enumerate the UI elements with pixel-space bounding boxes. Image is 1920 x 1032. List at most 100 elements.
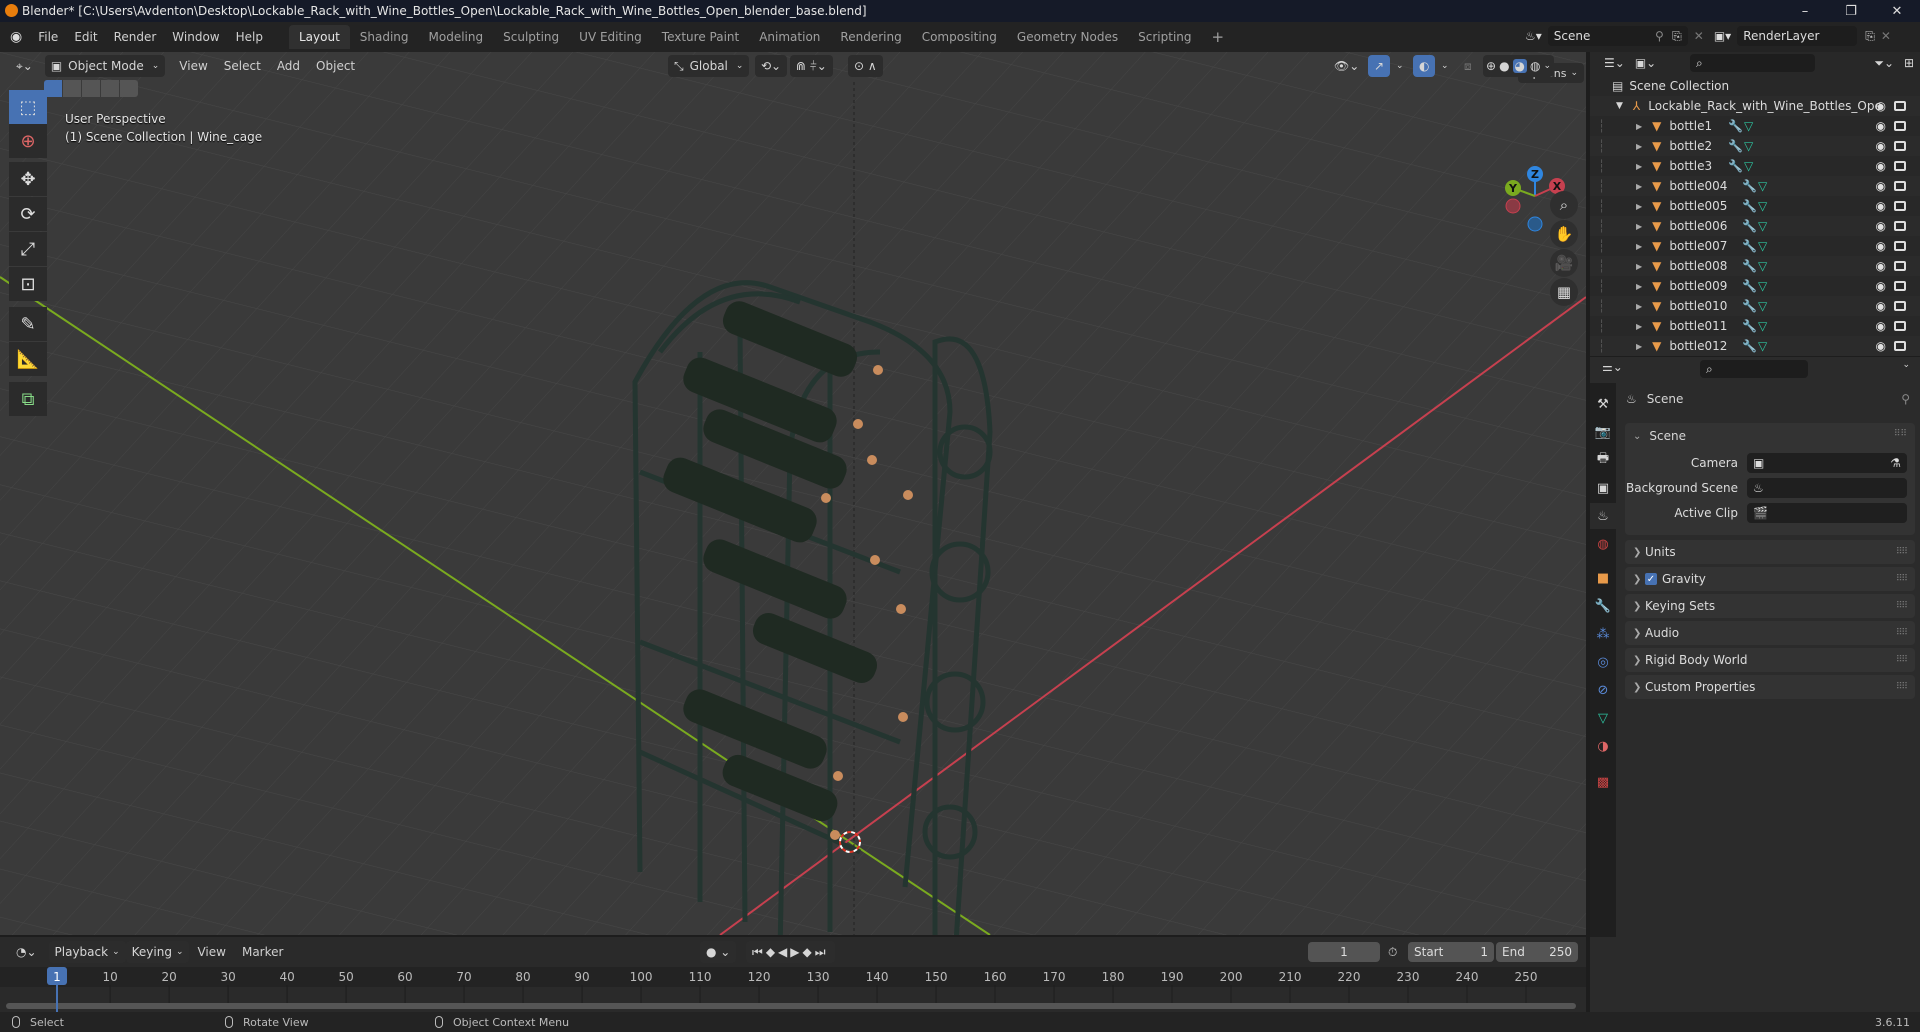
modifier-icon[interactable]: 🔧: [1742, 279, 1757, 293]
render-camera-icon[interactable]: [1894, 241, 1906, 251]
menu-file[interactable]: File: [30, 30, 66, 44]
tab-layout[interactable]: Layout: [288, 25, 350, 49]
background-scene-field[interactable]: ♨: [1747, 478, 1907, 498]
outliner-object-row[interactable]: ┆ ▶ ▼ bottle006 🔧 ▽ ◉: [1590, 216, 1920, 236]
camera-view-button[interactable]: 🎥: [1550, 249, 1578, 277]
menu-help[interactable]: Help: [228, 30, 271, 44]
expand-arrow-icon[interactable]: ▶: [1636, 342, 1642, 351]
display-mode-icon[interactable]: ▣⌄: [1635, 56, 1656, 70]
menu-window[interactable]: Window: [164, 30, 227, 44]
modifier-icon[interactable]: 🔧: [1742, 219, 1757, 233]
select-subtract-icon[interactable]: [82, 80, 100, 97]
wireframe-shading-icon[interactable]: ⊕: [1486, 59, 1496, 73]
new-collection-icon[interactable]: ⊞: [1904, 56, 1914, 70]
outliner-object-row[interactable]: ┆ ▶ ▼ bottle009 🔧 ▽ ◉: [1590, 276, 1920, 296]
view-layer-icon[interactable]: ▣▾: [1714, 29, 1731, 43]
render-camera-icon[interactable]: [1894, 101, 1906, 111]
render-camera-icon[interactable]: [1894, 141, 1906, 151]
outliner-search[interactable]: ⌕: [1690, 54, 1815, 72]
keying-menu[interactable]: Keying ⌄: [125, 941, 190, 963]
delete-scene-icon[interactable]: ✕: [1694, 29, 1704, 43]
editor-type-button[interactable]: ⌖⌄: [10, 55, 39, 77]
gizmo-toggle[interactable]: ↗: [1368, 55, 1391, 77]
menu-marker[interactable]: Marker: [234, 945, 291, 959]
render-camera-icon[interactable]: [1894, 301, 1906, 311]
eye-icon[interactable]: ◉: [1876, 319, 1886, 333]
panel-keying-sets[interactable]: ❯ Keying Sets ⠿⠿: [1625, 594, 1915, 618]
render-tab[interactable]: 📷: [1590, 419, 1616, 445]
drag-grip-icon[interactable]: ⠿⠿: [1896, 547, 1908, 557]
overlays-toggle[interactable]: ◐: [1413, 55, 1436, 77]
mesh-data-icon[interactable]: ▽: [1758, 239, 1767, 253]
view-layer-field[interactable]: RenderLayer: [1737, 26, 1858, 46]
eye-icon[interactable]: ◉: [1876, 199, 1886, 213]
pivot-point-dropdown[interactable]: ⟲⌄: [755, 55, 788, 77]
annotate-tool[interactable]: ✎: [9, 307, 47, 341]
filter-icon[interactable]: ⏷⌄: [1874, 56, 1894, 71]
start-frame-field[interactable]: Start 1: [1408, 942, 1494, 962]
menu-edit[interactable]: Edit: [66, 30, 105, 44]
drag-grip-icon[interactable]: ⠿⠿: [1896, 655, 1908, 665]
eye-icon[interactable]: ◉: [1876, 159, 1886, 173]
expand-arrow-icon[interactable]: ▶: [1636, 282, 1642, 291]
snap-toggle[interactable]: ⋒ ⫩⌄: [790, 55, 833, 77]
scale-tool[interactable]: ⤢: [9, 232, 47, 266]
modifier-icon[interactable]: 🔧: [1742, 239, 1757, 253]
eye-icon[interactable]: ◉: [1876, 179, 1886, 193]
scene-collection-row[interactable]: ▤ Scene Collection: [1590, 76, 1920, 96]
mesh-data-icon[interactable]: ▽: [1758, 259, 1767, 273]
eye-icon[interactable]: ◉: [1876, 219, 1886, 233]
transform-orientation-dropdown[interactable]: ⤡ Global ⌄: [668, 55, 750, 77]
eye-icon[interactable]: ◉: [1876, 99, 1886, 113]
outliner-object-row[interactable]: ┆ ▶ ▼ bottle2 🔧 ▽ ◉: [1590, 136, 1920, 156]
xray-toggle[interactable]: ⧈: [1458, 55, 1478, 77]
outliner-object-row[interactable]: ┆ ▶ ▼ bottle007 🔧 ▽ ◉: [1590, 236, 1920, 256]
render-camera-icon[interactable]: [1894, 281, 1906, 291]
drag-grip-icon[interactable]: ⠿⠿: [1894, 429, 1907, 439]
eye-icon[interactable]: ◉: [1876, 279, 1886, 293]
tab-animation[interactable]: Animation: [749, 25, 830, 49]
render-camera-icon[interactable]: [1894, 221, 1906, 231]
pin-icon[interactable]: ⚲: [1901, 392, 1910, 406]
modifier-icon[interactable]: 🔧: [1728, 139, 1743, 153]
solid-shading-icon[interactable]: ●: [1499, 59, 1509, 73]
scene-icon[interactable]: ♨▾: [1525, 29, 1542, 43]
mesh-data-icon[interactable]: ▽: [1758, 179, 1767, 193]
eye-icon[interactable]: ◉: [1876, 299, 1886, 313]
render-camera-icon[interactable]: [1894, 201, 1906, 211]
expand-arrow-icon[interactable]: ▶: [1636, 322, 1642, 331]
eye-icon[interactable]: ◉: [1876, 239, 1886, 253]
render-camera-icon[interactable]: [1894, 121, 1906, 131]
tab-geometry-nodes[interactable]: Geometry Nodes: [1007, 25, 1128, 49]
active-clip-field[interactable]: 🎬: [1747, 503, 1907, 523]
mesh-data-icon[interactable]: ▽: [1758, 219, 1767, 233]
physics-tab[interactable]: ◎: [1590, 649, 1616, 675]
properties-options-dropdown[interactable]: ⌄: [1902, 360, 1910, 370]
tab-modeling[interactable]: Modeling: [419, 25, 494, 49]
outliner-object-row[interactable]: ┆ ▶ ▼ bottle008 🔧 ▽ ◉: [1590, 256, 1920, 276]
play-reverse-icon[interactable]: ◀: [778, 945, 790, 959]
drag-grip-icon[interactable]: ⠿⠿: [1896, 574, 1908, 584]
mode-dropdown[interactable]: ▣ Object Mode ⌄: [44, 55, 166, 77]
menu-view[interactable]: View: [171, 59, 215, 73]
view-layer-tab[interactable]: ▣: [1590, 475, 1616, 501]
expand-arrow-icon[interactable]: ▶: [1636, 142, 1642, 151]
measure-tool[interactable]: 📐: [9, 342, 47, 376]
minimize-button[interactable]: –: [1782, 0, 1828, 22]
outliner-object-row[interactable]: ┆ ▶ ▼ bottle011 🔧 ▽ ◉: [1590, 316, 1920, 336]
material-tab[interactable]: ◑: [1590, 733, 1616, 759]
properties-search[interactable]: ⌕: [1700, 360, 1808, 378]
mesh-data-icon[interactable]: ▽: [1758, 199, 1767, 213]
scene-panel-header[interactable]: ⌄ Scene: [1633, 429, 1686, 443]
outliner-editor-icon[interactable]: ☰⌄: [1604, 56, 1625, 70]
3d-viewport[interactable]: User Perspective (1) Scene Collection | …: [0, 52, 1586, 935]
select-invert-icon[interactable]: [101, 80, 119, 97]
expand-arrow-icon[interactable]: ▶: [1636, 262, 1642, 271]
expand-arrow-icon[interactable]: ▶: [1636, 162, 1642, 171]
new-view-layer-icon[interactable]: ⎘: [1865, 29, 1875, 44]
render-camera-icon[interactable]: [1894, 321, 1906, 331]
add-cube-tool[interactable]: ⧉: [9, 382, 47, 416]
mesh-data-icon[interactable]: ▽: [1758, 319, 1767, 333]
world-tab[interactable]: ◍: [1590, 531, 1616, 557]
outliner-object-row[interactable]: ┆ ▶ ▼ bottle1 🔧 ▽ ◉: [1590, 116, 1920, 136]
